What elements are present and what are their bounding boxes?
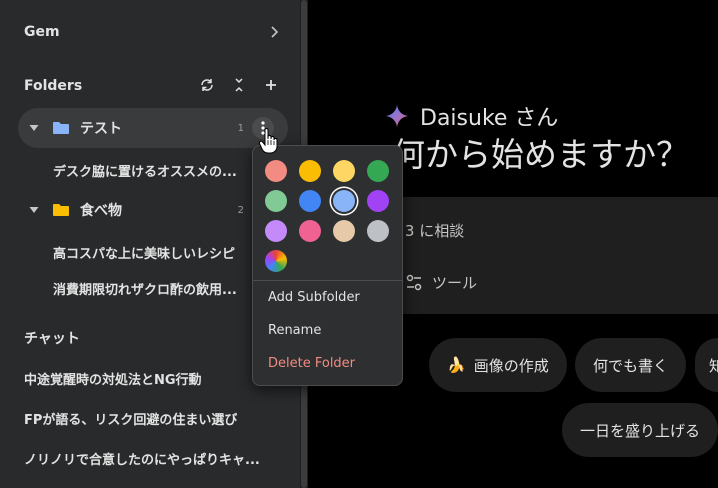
add-folder-icon[interactable] [262, 76, 280, 94]
chat-title: FPが語る、リスク回避の住まい選び [24, 412, 238, 428]
color-swatch[interactable] [299, 190, 321, 212]
chip-brighten-day[interactable]: 一日を盛り上げる [562, 403, 718, 457]
chats-label: チャット [24, 331, 80, 347]
delete-folder-item[interactable]: Delete Folder [268, 356, 355, 371]
gem-label: Gem [24, 24, 60, 40]
chat-title: 消費期限切れザクロ酢の飲用... [53, 282, 237, 298]
folders-header: Folders [0, 72, 300, 100]
gem-row[interactable]: Gem [0, 18, 300, 46]
sync-icon[interactable] [198, 76, 216, 94]
chip-label: 何でも書く [593, 356, 669, 375]
prompt-input-box[interactable] [380, 197, 718, 314]
color-swatch[interactable] [299, 220, 321, 242]
color-swatch[interactable] [299, 160, 321, 182]
page-headline: 何から始めますか？ [392, 135, 689, 174]
folder-context-menu: Add Subfolder Rename Delete Folder [252, 145, 403, 386]
chip-create-image[interactable]: 🍌 画像の作成 [429, 338, 567, 392]
chat-title: デスク脇に置けるオススメの... [53, 164, 237, 180]
collapse-all-icon[interactable] [230, 76, 248, 94]
gemini-spark-icon [386, 105, 408, 127]
chat-item[interactable]: FPが語る、リスク回避の住まい選び [0, 404, 300, 432]
triangle-down-icon[interactable] [28, 122, 40, 134]
color-swatch[interactable] [265, 220, 287, 242]
folder-name: テスト [80, 121, 122, 137]
folder-row-test[interactable]: テスト 1 [18, 108, 288, 148]
tools-button[interactable]: ツール [404, 272, 477, 293]
add-subfolder-item[interactable]: Add Subfolder [268, 290, 360, 305]
color-swatch[interactable] [367, 220, 389, 242]
chevron-right-icon[interactable] [266, 24, 282, 40]
chip-learn[interactable]: 知 [695, 338, 718, 392]
folder-count: 1 [237, 122, 244, 134]
color-swatch[interactable] [333, 160, 355, 182]
color-swatch[interactable] [367, 190, 389, 212]
hand-cursor-icon [258, 127, 280, 154]
menu-divider [253, 280, 402, 281]
custom-color-picker-icon[interactable] [265, 250, 287, 272]
folder-name: 食べ物 [80, 203, 122, 219]
chat-title: ノリノリで合意したのにやっぱりキャ... [24, 452, 260, 468]
chip-write-anything[interactable]: 何でも書く [575, 338, 687, 392]
chat-title: 高コスパな上に美味しいレシピ [53, 246, 236, 262]
folder-count: 2 [237, 204, 244, 216]
prompt-placeholder[interactable]: i 3 に相談 [396, 220, 464, 241]
folder-icon [52, 203, 70, 217]
rename-item[interactable]: Rename [268, 323, 321, 338]
color-swatch[interactable] [333, 190, 355, 212]
chip-label: 画像の作成 [473, 356, 549, 375]
tune-icon [404, 273, 424, 293]
color-swatch[interactable] [265, 190, 287, 212]
triangle-down-icon[interactable] [28, 204, 40, 216]
folders-label: Folders [24, 78, 83, 94]
chat-item[interactable]: ノリノリで合意したのにやっぱりキャ... [0, 444, 300, 472]
folder-icon [52, 121, 70, 135]
chip-label: 一日を盛り上げる [580, 421, 701, 440]
color-swatch[interactable] [265, 160, 287, 182]
tools-label: ツール [432, 274, 478, 292]
banana-icon: 🍌 [447, 356, 466, 374]
color-swatch[interactable] [333, 220, 355, 242]
chip-label: 知 [709, 356, 718, 375]
color-swatch[interactable] [367, 160, 389, 182]
folder-row-food[interactable]: 食べ物 2 [18, 190, 288, 230]
chat-title: 中途覚醒時の対処法とNG行動 [24, 372, 202, 388]
